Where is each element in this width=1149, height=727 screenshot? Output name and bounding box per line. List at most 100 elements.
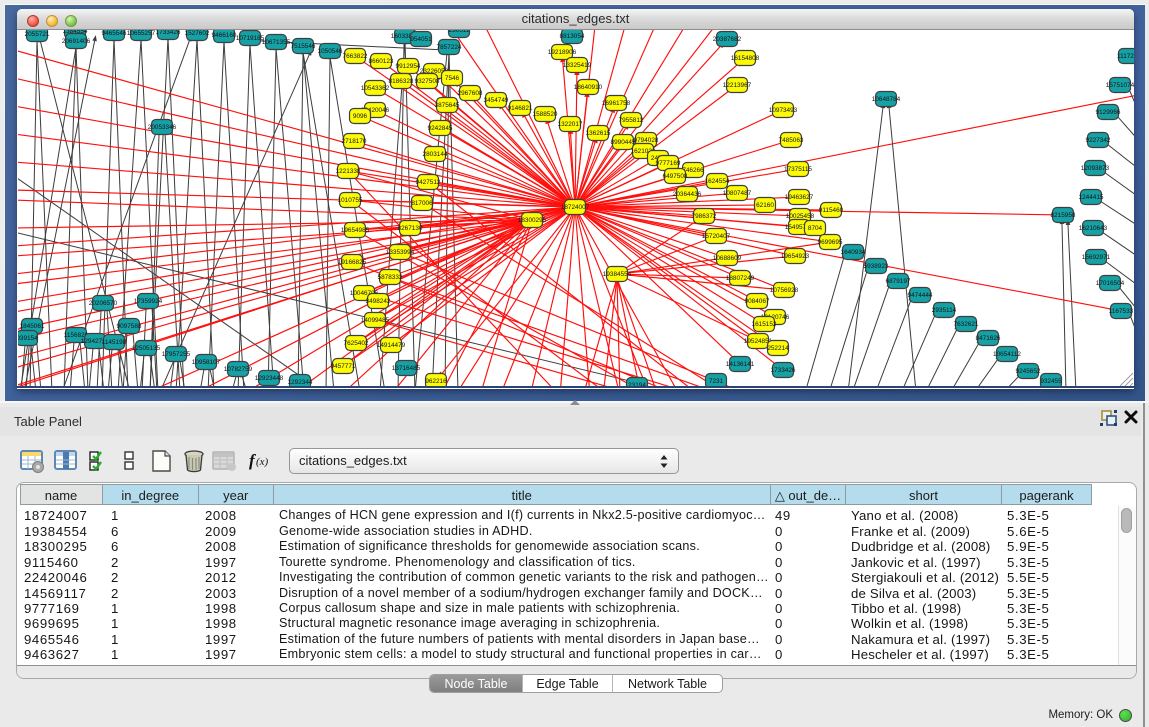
svg-text:954051: 954051 bbox=[410, 36, 432, 43]
svg-text:2803144: 2803144 bbox=[423, 151, 448, 158]
svg-text:8186328: 8186328 bbox=[389, 78, 414, 85]
svg-text:17359924: 17359924 bbox=[134, 298, 163, 305]
svg-text:10807487: 10807487 bbox=[723, 190, 752, 197]
svg-text:3454749: 3454749 bbox=[484, 97, 509, 104]
svg-text:9912954: 9912954 bbox=[396, 63, 421, 70]
svg-text:8471626: 8471626 bbox=[976, 335, 1001, 342]
svg-text:7485063: 7485063 bbox=[779, 137, 804, 144]
svg-text:1221338: 1221338 bbox=[336, 168, 361, 175]
svg-text:17375115: 17375115 bbox=[784, 166, 812, 173]
svg-text:13716485: 13716485 bbox=[392, 365, 421, 372]
svg-text:16961758: 16961758 bbox=[602, 100, 631, 107]
svg-text:1167533: 1167533 bbox=[1109, 308, 1134, 315]
svg-text:1244415: 1244415 bbox=[1079, 194, 1104, 201]
svg-text:8660123: 8660123 bbox=[369, 58, 394, 65]
svg-text:17957255: 17957255 bbox=[162, 351, 191, 358]
svg-text:3875645: 3875645 bbox=[435, 102, 460, 109]
svg-text:15751074: 15751074 bbox=[1106, 82, 1134, 89]
svg-text:817006: 817006 bbox=[411, 200, 433, 207]
svg-text:20206570: 20206570 bbox=[89, 300, 118, 307]
svg-text:16154808: 16154808 bbox=[731, 55, 760, 62]
svg-text:9327508: 9327508 bbox=[415, 78, 440, 85]
svg-text:7632621: 7632621 bbox=[954, 321, 979, 328]
svg-text:9146821: 9146821 bbox=[508, 105, 533, 112]
svg-text:10654112: 10654112 bbox=[993, 351, 1021, 358]
svg-text:6879197: 6879197 bbox=[886, 278, 911, 285]
svg-text:1588520: 1588520 bbox=[533, 111, 558, 118]
svg-text:1010755: 1010755 bbox=[338, 197, 363, 204]
svg-text:932455: 932455 bbox=[1040, 378, 1062, 385]
svg-text:9097588: 9097588 bbox=[117, 323, 142, 330]
svg-text:14136141: 14136141 bbox=[726, 361, 755, 368]
svg-text:8990445: 8990445 bbox=[611, 139, 636, 146]
svg-text:7857224: 7857224 bbox=[437, 44, 462, 51]
svg-text:18724007: 18724007 bbox=[561, 204, 590, 211]
svg-text:18807249: 18807249 bbox=[726, 275, 755, 282]
svg-text:19463627: 19463627 bbox=[785, 194, 814, 201]
svg-text:7625402: 7625402 bbox=[344, 340, 369, 347]
svg-text:252214: 252214 bbox=[767, 345, 789, 352]
svg-text:10719185: 10719185 bbox=[236, 35, 265, 42]
svg-text:10756928: 10756928 bbox=[770, 287, 799, 294]
svg-text:10688609: 10688609 bbox=[713, 255, 742, 262]
svg-text:1733426: 1733426 bbox=[156, 30, 181, 36]
svg-text:16210643: 16210643 bbox=[1079, 225, 1108, 232]
svg-text:19384554: 19384554 bbox=[603, 271, 632, 278]
svg-text:1050546: 1050546 bbox=[318, 48, 343, 55]
svg-text:(x): (x) bbox=[256, 456, 269, 468]
svg-text:10782759: 10782759 bbox=[224, 366, 253, 373]
svg-text:13325419: 13325419 bbox=[563, 62, 592, 69]
svg-text:9465546: 9465546 bbox=[102, 30, 127, 37]
svg-text:939154: 939154 bbox=[18, 335, 38, 342]
svg-text:14914479: 14914479 bbox=[377, 342, 406, 349]
svg-text:18300295: 18300295 bbox=[518, 217, 547, 224]
svg-text:9427512: 9427512 bbox=[416, 179, 441, 186]
svg-text:7955812: 7955812 bbox=[619, 117, 644, 124]
svg-text:9777169: 9777169 bbox=[656, 160, 681, 167]
svg-text:7663822: 7663822 bbox=[343, 53, 368, 60]
svg-text:5878332: 5878332 bbox=[378, 274, 403, 281]
svg-text:14099485: 14099485 bbox=[361, 317, 390, 324]
svg-text:8267130: 8267130 bbox=[398, 225, 423, 232]
svg-text:7546: 7546 bbox=[445, 75, 460, 82]
svg-text:8215958: 8215958 bbox=[1051, 212, 1076, 219]
svg-text:12923448: 12923448 bbox=[255, 375, 284, 382]
svg-text:1362615: 1362615 bbox=[586, 130, 611, 137]
svg-text:10543362: 10543362 bbox=[361, 85, 390, 92]
svg-text:20364436: 20364436 bbox=[673, 191, 702, 198]
svg-text:13353994: 13353994 bbox=[386, 249, 415, 256]
svg-text:12093873: 12093873 bbox=[1081, 165, 1110, 172]
svg-text:9457771: 9457771 bbox=[331, 363, 356, 370]
svg-text:9129966: 9129966 bbox=[1096, 109, 1121, 116]
svg-text:10671355: 10671355 bbox=[262, 39, 291, 46]
svg-text:9242845: 9242845 bbox=[428, 125, 453, 132]
svg-text:1640934: 1640934 bbox=[841, 249, 866, 256]
svg-text:1624554: 1624554 bbox=[705, 178, 730, 185]
svg-text:7515546: 7515546 bbox=[291, 43, 316, 50]
svg-text:9227342: 9227342 bbox=[1086, 137, 1111, 144]
svg-text:5938923: 5938923 bbox=[864, 263, 889, 270]
svg-text:15692971: 15692971 bbox=[1082, 254, 1111, 261]
svg-text:3498242: 3498242 bbox=[366, 298, 391, 305]
svg-text:18640910: 18640910 bbox=[574, 84, 603, 91]
svg-text:9466160: 9466160 bbox=[212, 32, 237, 39]
svg-text:8813054: 8813054 bbox=[560, 33, 585, 40]
svg-text:10973493: 10973493 bbox=[769, 107, 798, 114]
svg-text:19166825: 19166825 bbox=[338, 259, 367, 266]
svg-text:12505135: 12505135 bbox=[132, 345, 161, 352]
svg-text:9699695: 9699695 bbox=[818, 239, 843, 246]
svg-text:19654985: 19654985 bbox=[341, 227, 370, 234]
svg-text:20691406: 20691406 bbox=[62, 38, 91, 45]
svg-text:1322017: 1322017 bbox=[558, 121, 583, 128]
svg-text:10648784: 10648784 bbox=[872, 96, 901, 103]
svg-text:1145198: 1145198 bbox=[102, 339, 127, 346]
svg-text:2935114: 2935114 bbox=[932, 307, 957, 314]
svg-text:62160: 62160 bbox=[756, 202, 774, 209]
svg-text:10958107: 10958107 bbox=[192, 359, 221, 366]
svg-text:2718170: 2718170 bbox=[342, 138, 367, 145]
svg-text:2967608: 2967608 bbox=[458, 90, 483, 97]
svg-text:7986372: 7986372 bbox=[692, 213, 717, 220]
svg-text:15720407: 15720407 bbox=[702, 233, 731, 240]
svg-text:20053346: 20053346 bbox=[148, 124, 177, 131]
svg-text:17016504: 17016504 bbox=[1096, 280, 1125, 287]
